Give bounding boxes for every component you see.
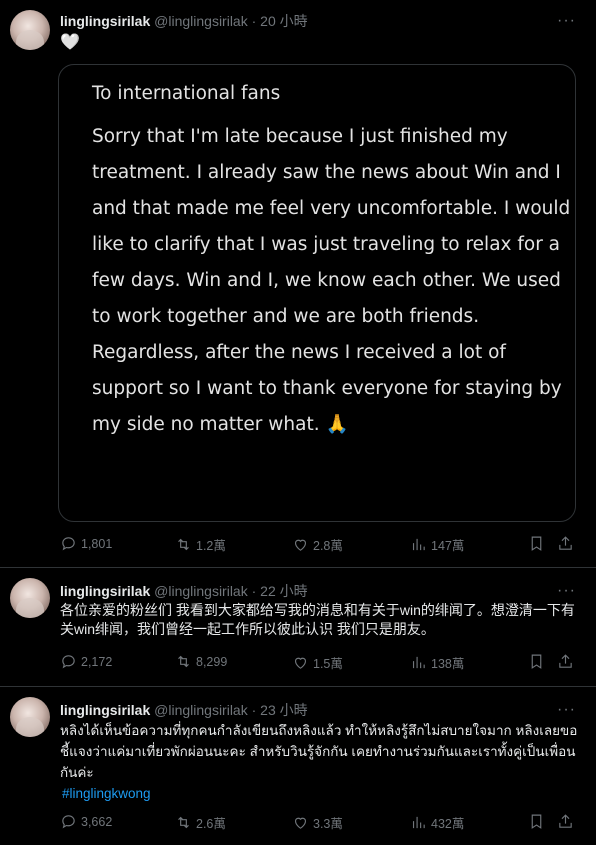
retweet-icon	[178, 655, 189, 668]
bookmark-icon	[531, 536, 542, 551]
handle-and-time[interactable]: @linglingsirilak · 22 小時	[154, 583, 307, 599]
view-count: 432萬	[431, 817, 465, 831]
retweet-count: 8,299	[196, 654, 228, 669]
tweet-text: 各位亲爱的粉丝们 我看到大家都给写我的消息和有关于win的绯闻了。想澄清一下有关…	[60, 602, 575, 637]
share-icon	[559, 536, 572, 550]
reply-icon	[62, 655, 75, 669]
tweet-3[interactable]: linglingsirilak @linglingsirilak · 23 小時…	[0, 687, 596, 845]
views-button[interactable]: 138萬	[410, 653, 464, 672]
tweet-1[interactable]: linglingsirilak @linglingsirilak · 20 小時…	[0, 0, 596, 570]
retweet-button[interactable]: 2.6萬	[175, 813, 226, 832]
handle-and-time[interactable]: @linglingsirilak · 20 小時	[154, 13, 307, 29]
display-name[interactable]: linglingsirilak	[60, 702, 150, 718]
like-count: 1.5萬	[313, 657, 343, 671]
image-text: Sorry that I'm late because I just finis…	[92, 126, 571, 435]
display-name[interactable]: linglingsirilak	[60, 583, 150, 599]
views-icon	[412, 656, 425, 669]
bookmark-button[interactable]	[528, 813, 545, 830]
display-name[interactable]: linglingsirilak	[60, 13, 150, 29]
image-title: To international fans	[92, 83, 281, 104]
retweet-button[interactable]: 8,299	[175, 653, 227, 670]
view-count: 138萬	[431, 657, 465, 671]
tweet-image[interactable]: To international fans Sorry that I'm lat…	[58, 64, 576, 522]
bookmark-button[interactable]	[528, 653, 545, 670]
reply-button[interactable]: 3,662	[60, 813, 112, 830]
views-button[interactable]: 432萬	[410, 813, 464, 832]
views-button[interactable]: 147萬	[410, 535, 464, 554]
retweet-icon	[178, 538, 189, 551]
tweet-text: 🤍	[60, 34, 80, 51]
heart-icon	[294, 539, 307, 551]
more-icon[interactable]: ···	[557, 13, 576, 29]
heart-icon	[294, 657, 307, 669]
share-button[interactable]	[557, 653, 574, 670]
heart-icon	[294, 817, 307, 829]
retweet-icon	[178, 816, 189, 829]
hashtag-link[interactable]: #linglingkwong	[62, 783, 580, 804]
like-button[interactable]: 2.8萬	[292, 535, 343, 554]
retweet-button[interactable]: 1.2萬	[175, 535, 226, 554]
like-button[interactable]: 3.3萬	[292, 813, 343, 832]
like-button[interactable]: 1.5萬	[292, 653, 343, 672]
bookmark-button[interactable]	[528, 535, 545, 552]
views-icon	[412, 538, 425, 551]
more-icon[interactable]: ···	[557, 583, 576, 599]
avatar[interactable]	[10, 697, 50, 737]
reply-icon	[62, 815, 75, 829]
tweet-2[interactable]: linglingsirilak @linglingsirilak · 22 小時…	[0, 568, 596, 686]
reply-button[interactable]: 2,172	[60, 653, 112, 670]
retweet-count: 2.6萬	[196, 817, 226, 831]
views-icon	[412, 816, 425, 829]
view-count: 147萬	[431, 539, 465, 553]
reply-count: 2,172	[81, 654, 113, 669]
share-icon	[559, 814, 572, 828]
more-icon[interactable]: ···	[557, 702, 576, 718]
reply-count: 1,801	[81, 536, 113, 551]
handle-and-time[interactable]: @linglingsirilak · 23 小時	[154, 702, 307, 718]
reply-icon	[62, 537, 75, 551]
avatar[interactable]	[10, 10, 50, 50]
reply-button[interactable]: 1,801	[60, 535, 112, 552]
avatar[interactable]	[10, 578, 50, 618]
share-button[interactable]	[557, 535, 574, 552]
praying-hands-icon: 🙏	[325, 414, 349, 435]
like-count: 3.3萬	[313, 817, 343, 831]
bookmark-icon	[531, 654, 542, 669]
reply-count: 3,662	[81, 814, 113, 829]
tweet-text: หลิงได้เห็นข้อความที่ทุกคนกำลังเขียนถึงห…	[60, 720, 580, 804]
share-button[interactable]	[557, 813, 574, 830]
retweet-count: 1.2萬	[196, 539, 226, 553]
share-icon	[559, 654, 572, 668]
bookmark-icon	[531, 814, 542, 829]
like-count: 2.8萬	[313, 539, 343, 553]
